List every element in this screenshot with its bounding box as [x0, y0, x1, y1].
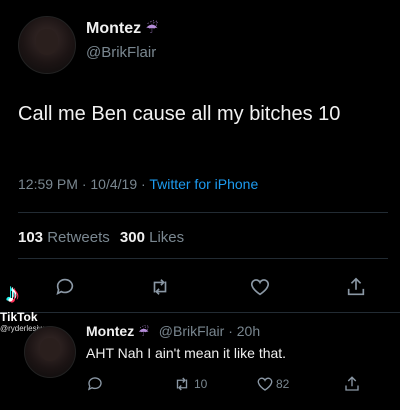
separator: ·	[81, 176, 87, 192]
tweet-author[interactable]: Montez ☔	[86, 20, 158, 38]
author-handle[interactable]: @BrikFlair	[86, 44, 156, 61]
umbrella-icon: ☔	[138, 325, 149, 339]
reply-header: Montez ☔ @BrikFlair · 20h	[86, 323, 260, 339]
likes-stat[interactable]: 300 Likes	[120, 229, 184, 246]
retweets-stat[interactable]: 103 Retweets	[18, 229, 114, 246]
retweet-icon[interactable]	[148, 276, 172, 298]
umbrella-icon: ☔	[145, 20, 159, 36]
reply-handle[interactable]: @BrikFlair	[159, 323, 225, 339]
author-name[interactable]: Montez	[86, 20, 141, 37]
retweets-count: 103	[18, 229, 44, 246]
reply-author-name[interactable]: Montez	[86, 323, 134, 339]
heart-icon[interactable]	[249, 276, 271, 298]
comment-icon[interactable]	[54, 276, 76, 298]
heart-icon	[256, 375, 274, 393]
likes-count: 300	[119, 229, 145, 246]
reply-like-button[interactable]: 82	[256, 375, 289, 393]
reply-retweets-count: 10	[194, 377, 208, 391]
tweet-text: Call me Ben cause all my bitches 10	[18, 103, 341, 125]
reply-share-icon[interactable]	[343, 375, 361, 393]
tweet-date: 10/4/19	[90, 176, 138, 192]
reply-text: AHT Nah I ain't mean it like that.	[86, 345, 287, 361]
reply-comment-icon[interactable]	[86, 375, 104, 393]
separator: ·	[228, 323, 233, 339]
retweet-icon	[172, 375, 192, 393]
divider	[0, 312, 400, 313]
author-avatar[interactable]	[18, 16, 76, 74]
divider	[18, 212, 388, 213]
reply-age: 20h	[236, 323, 261, 339]
reply-retweet-button[interactable]: 10	[172, 375, 207, 393]
tiktok-logo-icon: ♪	[6, 278, 19, 308]
tweet-time: 12:59 PM	[18, 176, 78, 192]
divider	[18, 258, 388, 259]
reply-likes-count: 82	[276, 377, 290, 391]
tweet-meta: 12:59 PM · 10/4/19 · Twitter for iPhone	[18, 176, 258, 192]
reply-avatar[interactable]	[24, 326, 76, 378]
likes-label: Likes	[149, 229, 185, 246]
tiktok-brand: TikTok	[0, 310, 38, 324]
tweet-source[interactable]: Twitter for iPhone	[149, 176, 258, 192]
separator: ·	[141, 176, 146, 192]
share-icon[interactable]	[345, 276, 367, 298]
engagement-stats: 103 Retweets 300 Likes	[18, 229, 184, 246]
retweets-label: Retweets	[47, 229, 110, 246]
